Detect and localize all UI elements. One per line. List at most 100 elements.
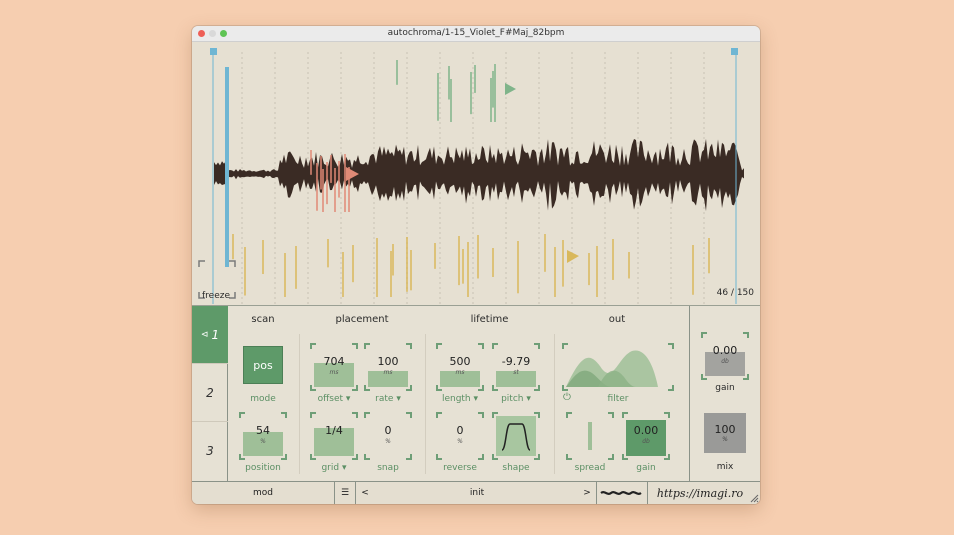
grain-yellow (327, 239, 329, 268)
section-placement: placement (335, 314, 389, 325)
snap-value: 0 (384, 424, 392, 437)
grain-green (437, 73, 439, 121)
offset-control[interactable]: 704 ms (310, 343, 358, 391)
grain-yellow (544, 234, 546, 272)
bottom-bar: mod ☰ < init > https://imagi.ro (192, 481, 760, 504)
position-control[interactable]: 54 % (239, 412, 287, 460)
freeze-label[interactable]: freeze (202, 291, 230, 301)
prev-label: < (361, 488, 369, 498)
mod-button[interactable]: mod (192, 482, 334, 504)
grain-yellow (352, 245, 354, 283)
preset-name[interactable]: init (372, 482, 582, 504)
shape-control[interactable] (492, 412, 540, 460)
snap-control[interactable]: 0 % (364, 412, 412, 460)
master-gain-control[interactable]: 0.00 db (701, 332, 749, 380)
master-gain-label: gain (715, 383, 735, 393)
reverse-value: 0 (456, 424, 464, 437)
divider (299, 334, 300, 474)
length-label-text: length (441, 394, 471, 404)
grain-yellow (232, 234, 234, 260)
layer-tab-2[interactable]: 2 (192, 364, 228, 422)
grain-yellow (434, 243, 436, 269)
grain-yellow (458, 236, 460, 286)
filter-display[interactable] (562, 343, 674, 391)
resize-grip-icon[interactable] (749, 493, 759, 503)
reverse-control[interactable]: 0 % (436, 412, 484, 460)
length-control[interactable]: 500 ms (436, 343, 484, 391)
mix-control[interactable]: 100 % (704, 413, 746, 453)
offset-label[interactable]: offset ▾ (304, 394, 364, 404)
grain-red (320, 156, 322, 190)
grain-yellow (244, 247, 246, 296)
rate-unit: ms (383, 369, 393, 376)
mix-value: 100 (714, 423, 736, 436)
shape-label: shape (502, 463, 530, 473)
control-panel: ⊲ 1 2 3 scan placement lifetime out pos … (192, 306, 760, 481)
menu-icon[interactable]: ☰ (335, 482, 355, 504)
layer-gain-unit: db (642, 438, 650, 445)
website-url: https://imagi.ro (656, 486, 744, 500)
grid-value: 1/4 (325, 424, 343, 437)
next-preset-button[interactable]: > (580, 482, 594, 504)
rate-label[interactable]: rate ▾ (358, 394, 418, 404)
reverse-unit: % (457, 438, 463, 445)
mode-button[interactable]: pos (243, 346, 283, 384)
grain-yellow (708, 238, 710, 274)
rate-value: 100 (377, 355, 399, 368)
layer-gain-value: 0.00 (633, 424, 659, 437)
grid-label[interactable]: grid ▾ (304, 463, 364, 473)
grain-yellow (262, 240, 264, 275)
grain-yellow (554, 247, 556, 297)
grain-red (344, 154, 346, 212)
grain-yellow (462, 249, 464, 284)
scan-end-handle[interactable] (731, 48, 738, 55)
preset-label: init (469, 488, 485, 498)
grain-yellow (517, 241, 519, 294)
length-value: 500 (449, 355, 471, 368)
website-link[interactable]: https://imagi.ro (650, 482, 750, 504)
chevron-down-icon: ▾ (473, 394, 479, 404)
layer-tab-1[interactable]: ⊲ 1 (192, 306, 228, 364)
grain-green (492, 71, 494, 108)
rate-control[interactable]: 100 ms (364, 343, 412, 391)
spread-indicator (588, 422, 592, 450)
position-value: 54 (256, 424, 270, 437)
mode-value: pos (253, 358, 273, 372)
grain-counter: 46 / 150 (716, 288, 754, 298)
length-unit: ms (455, 369, 465, 376)
audio-waveform (214, 138, 744, 212)
grain-yellow (562, 240, 564, 287)
power-icon[interactable]: ⏻ (563, 392, 571, 403)
grain-red (316, 163, 318, 211)
length-label[interactable]: length ▾ (430, 394, 490, 404)
grain-yellow (342, 252, 344, 297)
grain-yellow (410, 250, 412, 291)
grain-yellow (692, 245, 694, 295)
grid-control[interactable]: 1/4 (310, 412, 358, 460)
pitch-label[interactable]: pitch ▾ (486, 394, 546, 404)
spread-label: spread (574, 463, 606, 473)
next-label: > (583, 488, 591, 498)
section-lifetime: lifetime (470, 314, 509, 325)
layer-gain-control[interactable]: 0.00 db (622, 412, 670, 460)
position-unit: % (260, 438, 266, 445)
grain-green (474, 65, 476, 93)
master-gain-unit: db (721, 358, 729, 365)
grain-yellow (392, 244, 394, 276)
layer-tab-3[interactable]: 3 (192, 422, 228, 480)
grain-green (396, 60, 398, 85)
grain-yellow (295, 246, 297, 289)
chevron-down-icon: ▾ (526, 394, 531, 404)
spread-control[interactable] (566, 412, 614, 460)
grain-green (448, 66, 450, 100)
prev-preset-button[interactable]: < (358, 482, 372, 504)
reverse-label: reverse (443, 463, 477, 473)
grain-yellow (406, 237, 408, 292)
grain-yellow (284, 253, 286, 297)
scan-start-handle[interactable] (210, 48, 217, 55)
yellow-play-marker (567, 250, 579, 263)
envelope-shape-icon (501, 423, 531, 451)
pitch-control[interactable]: -9.79 st (492, 343, 540, 391)
grid-label-text: grid (321, 463, 340, 473)
waveform-display[interactable]: freeze 46 / 150 (192, 42, 760, 306)
